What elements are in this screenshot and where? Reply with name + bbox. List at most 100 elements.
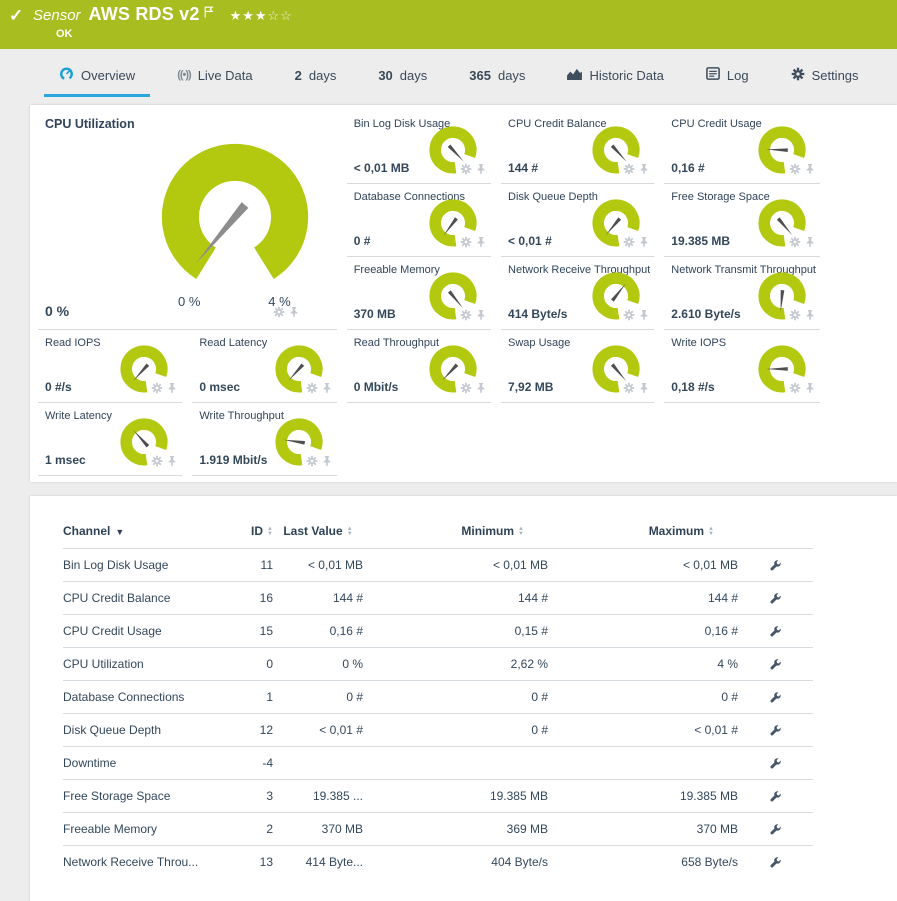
- pin-icon[interactable]: [476, 235, 486, 253]
- tab-live-data[interactable]: ((•)) Live Data: [156, 49, 273, 101]
- cell-last-value: 370 MB: [273, 813, 363, 846]
- sensor-status-text: OK: [56, 28, 73, 40]
- gauge-value: 0 Mbit/s: [354, 380, 399, 394]
- gear-icon[interactable]: [151, 381, 163, 399]
- gear-icon[interactable]: [273, 305, 285, 323]
- channel-settings-wrench-icon[interactable]: [769, 855, 782, 869]
- gear-icon[interactable]: [306, 454, 318, 472]
- cell-id: 13: [213, 846, 273, 879]
- pin-icon[interactable]: [639, 235, 649, 253]
- gear-icon[interactable]: [460, 235, 472, 253]
- log-icon: [706, 67, 720, 83]
- pin-icon[interactable]: [476, 308, 486, 326]
- cell-minimum: 0,15 #: [363, 615, 548, 648]
- column-label: Maximum: [649, 524, 704, 538]
- pin-icon[interactable]: [639, 308, 649, 326]
- gear-icon[interactable]: [789, 381, 801, 399]
- gear-icon[interactable]: [623, 308, 635, 326]
- pin-icon[interactable]: [289, 305, 299, 323]
- pin-icon[interactable]: [639, 381, 649, 399]
- gauge-cell-network-receive-throughput: Network Receive Throughput 414 Byte/s: [501, 257, 654, 330]
- pin-icon[interactable]: [639, 162, 649, 180]
- tab-settings[interactable]: Settings: [770, 49, 880, 101]
- table-row-cpu-utilization: CPU Utilization 0 0 % 2,62 % 4 %: [63, 648, 813, 681]
- gear-icon[interactable]: [789, 235, 801, 253]
- cell-maximum: 658 Byte/s: [548, 846, 738, 879]
- column-header-minimum[interactable]: Minimum▲▼: [363, 524, 548, 549]
- cell-minimum: 404 Byte/s: [363, 846, 548, 879]
- sensor-kind-label: Sensor: [33, 7, 81, 24]
- pin-icon[interactable]: [805, 308, 815, 326]
- column-header-last-value[interactable]: Last Value▲▼: [273, 524, 363, 549]
- channel-settings-wrench-icon[interactable]: [769, 756, 782, 770]
- channel-settings-wrench-icon[interactable]: [769, 690, 782, 704]
- gauge-cell-cpu-credit-usage: CPU Credit Usage 0,16 #: [664, 111, 820, 184]
- pin-icon[interactable]: [322, 454, 332, 472]
- channel-settings-wrench-icon[interactable]: [769, 624, 782, 638]
- pin-icon[interactable]: [167, 454, 177, 472]
- cell-minimum: 0 #: [363, 714, 548, 747]
- pin-icon[interactable]: [476, 381, 486, 399]
- gear-icon[interactable]: [623, 162, 635, 180]
- tab-30-days[interactable]: 30 days: [357, 49, 448, 101]
- gear-icon[interactable]: [460, 162, 472, 180]
- priority-stars[interactable]: ★★★☆☆: [230, 8, 293, 24]
- sensor-header: ✓ Sensor AWS RDS v2 ★★★☆☆ OK: [0, 0, 897, 49]
- tab-log[interactable]: Log: [685, 49, 770, 101]
- cell-maximum: 370 MB: [548, 813, 738, 846]
- gear-icon[interactable]: [623, 381, 635, 399]
- gear-icon[interactable]: [460, 381, 472, 399]
- column-header-channel[interactable]: Channel▼: [63, 524, 213, 549]
- cell-id: 1: [213, 681, 273, 714]
- channel-settings-wrench-icon[interactable]: [769, 591, 782, 605]
- gear-icon[interactable]: [306, 381, 318, 399]
- cell-last-value: 0 %: [273, 648, 363, 681]
- cell-maximum: < 0,01 #: [548, 714, 738, 747]
- cell-maximum: 19.385 MB: [548, 780, 738, 813]
- cell-channel: Disk Queue Depth: [63, 714, 213, 747]
- cell-last-value: [273, 747, 363, 780]
- column-header-maximum[interactable]: Maximum▲▼: [548, 524, 738, 549]
- gauge-value: 414 Byte/s: [508, 307, 567, 321]
- pin-icon[interactable]: [476, 162, 486, 180]
- channels-table: Channel▼ID▲▼Last Value▲▼Minimum▲▼Maximum…: [63, 524, 813, 879]
- gear-icon[interactable]: [789, 162, 801, 180]
- cell-channel: Network Receive Throu...: [63, 846, 213, 879]
- sensor-title: AWS RDS v2: [89, 4, 200, 25]
- cell-last-value: 0,16 #: [273, 615, 363, 648]
- gauge-cell-database-connections: Database Connections 0 #: [347, 184, 491, 257]
- gear-icon[interactable]: [623, 235, 635, 253]
- channel-settings-wrench-icon[interactable]: [769, 822, 782, 836]
- sort-both-icon: ▲▼: [518, 527, 524, 537]
- tab-365-days[interactable]: 365 days: [448, 49, 546, 101]
- cell-channel: Bin Log Disk Usage: [63, 549, 213, 582]
- cell-last-value: 19.385 ...: [273, 780, 363, 813]
- column-header-id[interactable]: ID▲▼: [213, 524, 273, 549]
- channel-settings-wrench-icon[interactable]: [769, 789, 782, 803]
- status-ok-check-icon: ✓: [9, 6, 23, 26]
- cell-maximum: 0 #: [548, 681, 738, 714]
- flag-icon[interactable]: [204, 5, 214, 23]
- pin-icon[interactable]: [322, 381, 332, 399]
- tab-2-days[interactable]: 2 days: [274, 49, 358, 101]
- gauge-value: 0 msec: [199, 380, 240, 394]
- cell-minimum: 144 #: [363, 582, 548, 615]
- pin-icon[interactable]: [805, 381, 815, 399]
- cpu-utilization-gauge-dial[interactable]: [157, 137, 313, 293]
- gear-icon[interactable]: [460, 308, 472, 326]
- channel-settings-wrench-icon[interactable]: [769, 558, 782, 572]
- cell-maximum: 144 #: [548, 582, 738, 615]
- pin-icon[interactable]: [805, 162, 815, 180]
- pin-icon[interactable]: [805, 235, 815, 253]
- live-data-icon: ((•)): [177, 69, 191, 81]
- tab-overview[interactable]: Overview: [38, 49, 156, 101]
- gear-icon[interactable]: [789, 308, 801, 326]
- column-header-actions: [738, 524, 813, 549]
- pin-icon[interactable]: [167, 381, 177, 399]
- gauge-cell-swap-usage: Swap Usage 7,92 MB: [501, 330, 654, 403]
- channel-settings-wrench-icon[interactable]: [769, 723, 782, 737]
- channel-settings-wrench-icon[interactable]: [769, 657, 782, 671]
- gear-icon[interactable]: [151, 454, 163, 472]
- cell-id: 0: [213, 648, 273, 681]
- tab-historic-data[interactable]: Historic Data: [546, 49, 684, 101]
